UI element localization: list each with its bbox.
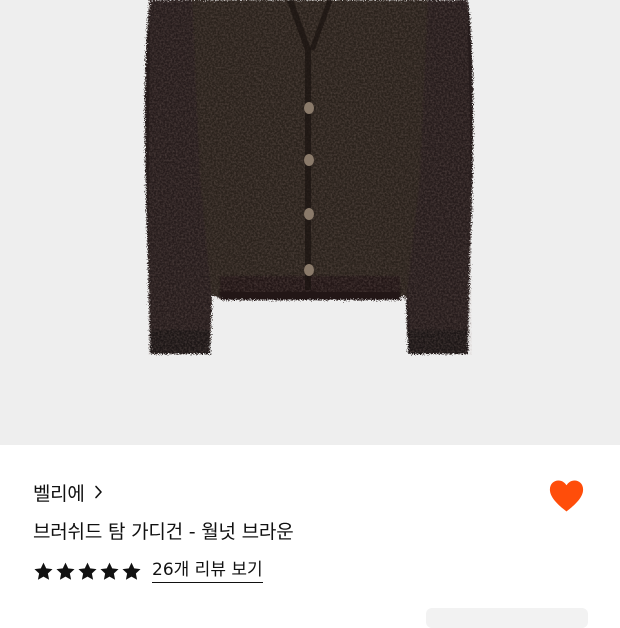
- brand-link[interactable]: 벨리에: [33, 479, 103, 505]
- review-link[interactable]: 26개 리뷰 보기: [152, 559, 263, 583]
- wishlist-button[interactable]: [548, 479, 585, 513]
- chevron-right-icon: [94, 485, 102, 499]
- product-info: 벨리에 브러쉬드 탐 가디건 - 월넛 브라운 26개 리뷰 보기: [0, 445, 620, 628]
- star-icon: [78, 562, 97, 580]
- star-icon: [122, 562, 141, 580]
- option-selector[interactable]: [426, 608, 588, 628]
- product-name: 브러쉬드 탐 가디건 - 월넛 브라운: [33, 521, 294, 543]
- star-icon: [56, 562, 75, 580]
- product-image[interactable]: [0, 0, 620, 445]
- rating-row: 26개 리뷰 보기: [33, 559, 263, 583]
- brand-name: 벨리에: [33, 482, 85, 505]
- heart-icon: [549, 480, 584, 512]
- rating-stars: [33, 561, 143, 582]
- cardigan-illustration: [144, 0, 474, 355]
- star-icon: [34, 562, 53, 580]
- star-icon: [100, 562, 119, 580]
